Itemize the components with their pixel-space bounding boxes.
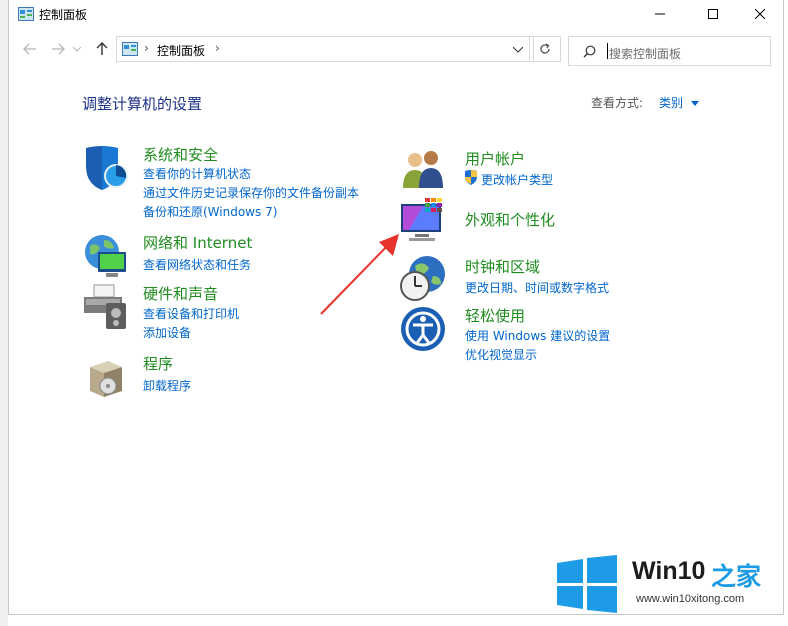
forward-arrow-icon xyxy=(52,43,65,55)
refresh-button[interactable] xyxy=(529,36,561,62)
printer-icon[interactable] xyxy=(82,283,130,331)
navigation-bar: › 控制面板 › 搜索控制面板 xyxy=(9,34,783,66)
control-panel-icon xyxy=(122,42,138,56)
search-icon xyxy=(583,45,596,58)
category-title[interactable]: 硬件和声音 xyxy=(143,283,218,304)
up-arrow-icon xyxy=(96,42,108,55)
maximize-button[interactable] xyxy=(690,0,736,28)
program-box-icon[interactable] xyxy=(82,353,130,401)
caret-down-icon xyxy=(690,101,699,106)
link-change-date-time[interactable]: 更改日期、时间或数字格式 xyxy=(465,279,609,296)
minimize-icon xyxy=(655,13,665,15)
control-panel-icon xyxy=(18,7,34,21)
breadcrumb-separator: › xyxy=(144,41,149,55)
category-title[interactable]: 用户帐户 xyxy=(465,148,525,169)
search-box[interactable]: 搜索控制面板 xyxy=(568,36,771,66)
search-placeholder: 搜索控制面板 xyxy=(609,47,682,61)
close-icon xyxy=(755,9,765,19)
category-title[interactable]: 程序 xyxy=(143,353,173,374)
view-by-value: 类别 xyxy=(659,96,684,110)
globe-network-icon[interactable] xyxy=(82,232,130,280)
address-bar[interactable]: › 控制面板 › xyxy=(116,36,534,62)
link-devices-printers[interactable]: 查看设备和打印机 xyxy=(143,305,239,322)
link-network-status[interactable]: 查看网络状态和任务 xyxy=(143,256,251,273)
link-file-history[interactable]: 通过文件历史记录保存你的文件备份副本 xyxy=(143,184,359,201)
link-view-computer-status[interactable]: 查看你的计算机状态 xyxy=(143,165,251,182)
category-title[interactable]: 时钟和区域 xyxy=(465,256,540,277)
category-title[interactable]: 网络和 Internet xyxy=(143,232,252,253)
view-by-dropdown[interactable]: 类别 xyxy=(659,94,699,111)
link-add-device[interactable]: 添加设备 xyxy=(143,324,191,341)
link-optimize-display[interactable]: 优化视觉显示 xyxy=(465,346,537,363)
control-panel-window: 控制面板 › 控制面板 › 搜索控制面板 调整计算机的设置 查看方式: 类别 系… xyxy=(8,0,784,615)
watermark: Win10 之家 www.win10xitong.com xyxy=(548,545,788,615)
refresh-icon xyxy=(540,43,550,54)
back-button[interactable] xyxy=(21,40,39,58)
view-by-label: 查看方式: xyxy=(591,96,644,110)
up-button[interactable] xyxy=(93,40,111,58)
back-arrow-icon xyxy=(23,43,36,55)
page-title: 调整计算机的设置 xyxy=(82,95,203,113)
close-button[interactable] xyxy=(737,0,783,28)
watermark-url: www.win10xitong.com xyxy=(636,593,745,605)
watermark-suffix: 之家 xyxy=(711,562,762,591)
desktop-edge xyxy=(0,0,8,626)
link-backup-restore[interactable]: 备份和还原(Windows 7) xyxy=(143,203,277,220)
maximize-icon xyxy=(708,9,718,19)
chevron-down-icon xyxy=(73,46,81,52)
windows-logo-icon xyxy=(557,555,617,613)
uac-shield-icon xyxy=(465,170,477,185)
window-title: 控制面板 xyxy=(39,8,88,22)
forward-button[interactable] xyxy=(49,40,67,58)
category-title[interactable]: 系统和安全 xyxy=(143,144,218,165)
text-cursor xyxy=(607,43,608,59)
watermark-brand: Win10 xyxy=(632,557,706,585)
link-uninstall-program[interactable]: 卸载程序 xyxy=(143,377,191,394)
link-recommended-settings[interactable]: 使用 Windows 建议的设置 xyxy=(465,327,610,344)
category-title[interactable]: 轻松使用 xyxy=(465,305,525,326)
annotation-arrow-icon xyxy=(320,234,399,315)
minimize-button[interactable] xyxy=(637,0,683,28)
shield-icon[interactable] xyxy=(82,144,130,192)
breadcrumb-control-panel[interactable]: 控制面板 xyxy=(157,42,205,59)
chevron-down-icon[interactable] xyxy=(513,47,523,53)
breadcrumb-separator-end: › xyxy=(215,41,220,55)
title-bar[interactable]: 控制面板 xyxy=(9,0,783,28)
recent-locations-button[interactable] xyxy=(72,40,82,58)
users-icon[interactable] xyxy=(399,146,447,194)
category-title[interactable]: 外观和个性化 xyxy=(465,209,555,230)
link-change-account-type[interactable]: 更改帐户类型 xyxy=(481,171,553,188)
